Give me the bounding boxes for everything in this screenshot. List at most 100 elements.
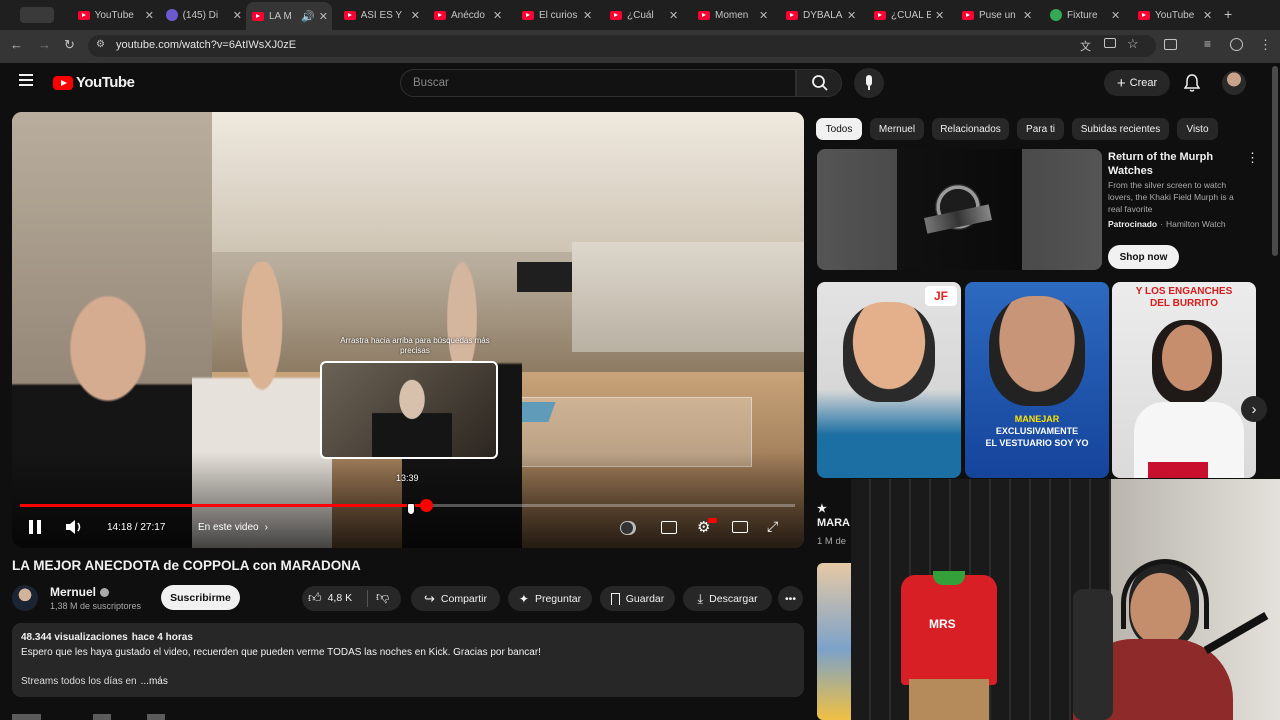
shorts-title-partial[interactable]: ★ MARA	[817, 502, 850, 529]
show-more-link[interactable]: ...más	[141, 676, 168, 687]
media-control-icon[interactable]: ≡	[1204, 37, 1211, 51]
ad-sponsor-line: Patrocinado · Hamilton Watch	[1108, 219, 1226, 229]
volume-button[interactable]	[64, 518, 84, 541]
create-button[interactable]: + Crear	[1104, 70, 1170, 96]
thumbs-up-icon: 👍︎	[308, 590, 322, 605]
like-button[interactable]: 👍︎ 4,8 K	[308, 590, 352, 606]
video-frame-window	[572, 242, 804, 352]
voice-search-button[interactable]	[854, 68, 884, 98]
new-tab-icon[interactable]: +	[1224, 6, 1232, 22]
share-button[interactable]: ↪ Compartir	[411, 586, 500, 611]
fixture-favicon-icon	[1050, 9, 1062, 21]
notifications-bell-icon[interactable]	[1183, 74, 1201, 97]
browser-tab[interactable]: Momen ✕	[692, 4, 774, 26]
search-button[interactable]	[796, 69, 842, 97]
search-input[interactable]: Buscar	[400, 69, 796, 97]
shelf-thumbnail-1[interactable]: JF	[817, 282, 961, 478]
browser-tab[interactable]: Puse un ✕	[956, 4, 1038, 26]
browser-tab[interactable]: (145) Di ✕	[160, 4, 242, 26]
close-icon[interactable]: ✕	[935, 9, 944, 22]
hamburger-menu-icon[interactable]	[19, 74, 33, 86]
pause-button[interactable]	[29, 520, 41, 534]
download-button[interactable]: ⤓ Descargar	[683, 586, 772, 611]
channel-avatar[interactable]	[12, 585, 38, 611]
browser-tab[interactable]: ¿Cuál ✕	[604, 4, 686, 26]
close-icon[interactable]: ✕	[145, 9, 154, 22]
dislike-button[interactable]: 👎︎	[376, 589, 389, 605]
pause-icon	[29, 520, 33, 534]
browser-tab[interactable]: DYBALA ✕	[780, 4, 862, 26]
profile-icon[interactable]	[1230, 38, 1243, 51]
reload-icon[interactable]: ↻	[64, 37, 75, 53]
share-arrow-icon: ↪	[424, 590, 435, 606]
progress-scrubber-handle[interactable]	[420, 499, 433, 512]
theater-mode-icon[interactable]	[732, 521, 748, 533]
url-text: youtube.com/watch?v=6AtIWsXJ0zE	[116, 39, 297, 51]
browser-tab-active[interactable]: LA M 🔊 ✕	[246, 2, 332, 30]
translate-icon[interactable]: 文	[1080, 38, 1091, 54]
shelf-next-button[interactable]: ›	[1241, 396, 1267, 422]
close-icon[interactable]: ✕	[669, 9, 678, 22]
drag-hint-text: Arrastra hacia arriba para búsquedas más…	[340, 336, 490, 355]
close-icon[interactable]: ✕	[319, 10, 328, 23]
chip-mernuel[interactable]: Mernuel	[870, 118, 924, 140]
page-scrollbar[interactable]	[1272, 66, 1278, 256]
close-icon[interactable]: ✕	[1203, 9, 1212, 22]
site-info-icon[interactable]: ⚙	[96, 39, 105, 50]
seek-preview-thumbnail	[320, 361, 498, 459]
browser-menu-icon[interactable]: ⋮	[1259, 37, 1272, 53]
fullscreen-icon[interactable]: ⤢	[767, 518, 778, 535]
close-icon[interactable]: ✕	[233, 9, 242, 22]
close-icon[interactable]: ✕	[583, 9, 592, 22]
description-box[interactable]: 48.344 visualizaciones hace 4 horas Espe…	[12, 623, 804, 697]
browser-tab[interactable]: YouTube ✕	[1132, 4, 1216, 26]
close-icon[interactable]: ✕	[759, 9, 768, 22]
close-icon[interactable]: ✕	[411, 9, 420, 22]
next-video-thumbnail-partial[interactable]	[817, 563, 851, 720]
ad-title[interactable]: Return of the Murph Watches	[1108, 150, 1236, 178]
shelf-thumbnail-2[interactable]: MANEJAR EXCLUSIVAMENTE EL VESTUARIO SOY …	[965, 282, 1109, 478]
youtube-favicon-icon	[874, 10, 886, 20]
browser-tab[interactable]: YouTube ✕	[72, 4, 154, 26]
browser-tab[interactable]: ASÍ ES Y ✕	[338, 4, 420, 26]
channel-name[interactable]: Mernuel	[50, 585, 110, 599]
webcam-overlay: MRS	[851, 479, 1280, 720]
forward-icon[interactable]: →	[38, 37, 51, 52]
close-icon[interactable]: ✕	[847, 9, 856, 22]
speaker-icon[interactable]: 🔊	[301, 10, 315, 23]
microphone-icon	[866, 75, 872, 86]
subtitles-icon[interactable]	[661, 521, 677, 534]
ask-button[interactable]: ✦ Preguntar	[508, 586, 592, 611]
save-button[interactable]: Guardar	[600, 586, 675, 611]
shop-now-button[interactable]: Shop now	[1108, 245, 1179, 269]
bookmark-star-icon[interactable]: ☆	[1127, 36, 1139, 52]
in-this-video-button[interactable]: En este video ›	[198, 522, 268, 533]
close-icon[interactable]: ✕	[1111, 9, 1120, 22]
shelf-thumbnail-3[interactable]: Y LOS ENGANCHES DEL BURRITO	[1112, 282, 1256, 478]
subscribe-button[interactable]: Suscribirme	[161, 585, 240, 610]
close-icon[interactable]: ✕	[1023, 9, 1032, 22]
chip-para-ti[interactable]: Para ti	[1017, 118, 1064, 140]
browser-tab[interactable]: El curios ✕	[516, 4, 598, 26]
chip-subidas-recientes[interactable]: Subidas recientes	[1072, 118, 1169, 140]
browser-tab[interactable]: Anécdo ✕	[428, 4, 510, 26]
chevron-right-icon: ›	[264, 522, 268, 533]
youtube-logo[interactable]: YouTube	[53, 74, 135, 91]
back-icon[interactable]: ←	[10, 37, 23, 52]
comments-header-partial	[12, 714, 192, 720]
chip-visto[interactable]: Visto	[1177, 118, 1218, 140]
chip-relacionados[interactable]: Relacionados	[932, 118, 1009, 140]
chip-todos[interactable]: Todos	[816, 118, 862, 140]
youtube-favicon-icon	[344, 10, 356, 20]
tab-search-button[interactable]	[20, 7, 54, 23]
account-avatar[interactable]	[1222, 71, 1246, 95]
autoplay-toggle[interactable]	[620, 521, 636, 535]
install-app-icon[interactable]	[1104, 38, 1116, 48]
close-icon[interactable]: ✕	[493, 9, 502, 22]
more-actions-button[interactable]: •••	[778, 586, 803, 611]
browser-tab[interactable]: Fixture ✕	[1044, 4, 1126, 26]
side-panel-icon[interactable]	[1164, 39, 1177, 50]
ad-menu-icon[interactable]: ⋮	[1246, 150, 1259, 166]
browser-tab[interactable]: ¿CUÁL E ✕	[868, 4, 950, 26]
ad-thumbnail[interactable]	[817, 149, 1102, 270]
